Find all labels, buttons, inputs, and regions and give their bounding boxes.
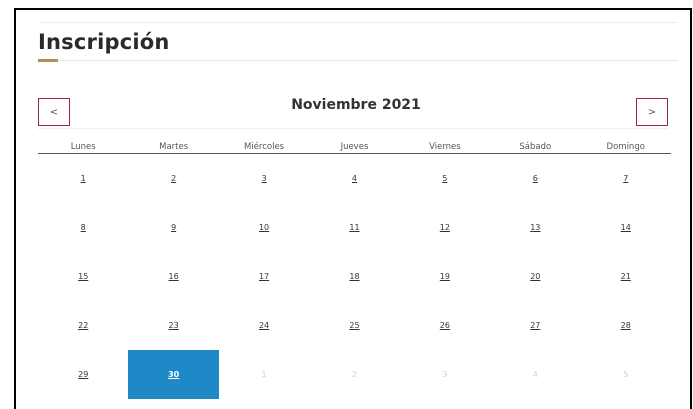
calendar-day[interactable]: 14 xyxy=(581,203,671,252)
weekday-label: Domingo xyxy=(606,142,645,152)
calendar-week: 22 23 24 25 26 27 28 xyxy=(38,301,671,350)
top-divider xyxy=(40,22,678,23)
calendar-day[interactable]: 26 xyxy=(400,301,490,350)
page-title: Inscripción xyxy=(38,30,170,54)
calendar-day-selected[interactable]: 30 xyxy=(128,350,219,399)
calendar-day[interactable]: 7 xyxy=(581,154,671,203)
calendar-day[interactable]: 22 xyxy=(38,301,128,350)
calendar-day[interactable]: 11 xyxy=(309,203,399,252)
chevron-left-icon: < xyxy=(49,106,59,118)
calendar-week: 1 2 3 4 5 6 7 xyxy=(38,154,671,203)
calendar-day[interactable]: 15 xyxy=(38,252,128,301)
title-accent-bar xyxy=(38,59,58,62)
calendar-day[interactable]: 29 xyxy=(38,350,128,399)
calendar-week: 8 9 10 11 12 13 14 xyxy=(38,203,671,252)
calendar-week: 15 16 17 18 19 20 21 xyxy=(38,252,671,301)
calendar-day[interactable]: 6 xyxy=(490,154,580,203)
calendar-day[interactable]: 9 xyxy=(128,203,218,252)
chevron-right-icon: > xyxy=(647,106,657,118)
calendar-day[interactable]: 17 xyxy=(219,252,309,301)
calendar-grid: 1 2 3 4 5 6 7 8 9 10 11 12 13 14 15 16 1… xyxy=(38,154,671,399)
weekday-label: Martes xyxy=(159,142,189,152)
calendar-day[interactable]: 8 xyxy=(38,203,128,252)
calendar-week: 29 30 1 2 3 4 5 xyxy=(38,350,671,399)
calendar-day[interactable]: 25 xyxy=(309,301,399,350)
title-divider xyxy=(38,60,678,61)
calendar-day[interactable]: 10 xyxy=(219,203,309,252)
calendar-day-next-month: 5 xyxy=(623,370,629,379)
calendar-day[interactable]: 1 xyxy=(38,154,128,203)
content-panel: Inscripción < Noviembre 2021 > Lunes Mar… xyxy=(14,8,692,409)
calendar-day[interactable]: 28 xyxy=(581,301,671,350)
calendar-day[interactable]: 21 xyxy=(581,252,671,301)
weekday-label: Lunes xyxy=(70,142,96,152)
month-label: Noviembre 2021 xyxy=(291,97,421,113)
weekday-label: Jueves xyxy=(340,142,369,152)
next-month-button[interactable]: > xyxy=(636,98,668,126)
calendar-day-next-month: 3 xyxy=(442,370,448,379)
calendar-day[interactable]: 24 xyxy=(219,301,309,350)
weekday-label: Viernes xyxy=(429,142,461,152)
calendar-day-next-month: 4 xyxy=(532,370,538,379)
calendar-day[interactable]: 12 xyxy=(400,203,490,252)
calendar-day[interactable]: 4 xyxy=(309,154,399,203)
calendar-day[interactable]: 3 xyxy=(219,154,309,203)
calendar-day[interactable]: 18 xyxy=(309,252,399,301)
weekday-label: Sábado xyxy=(519,142,552,152)
calendar-day[interactable]: 19 xyxy=(400,252,490,301)
calendar-day[interactable]: 20 xyxy=(490,252,580,301)
month-divider xyxy=(38,128,668,129)
weekday-header: Lunes Martes Miércoles Jueves Viernes Sá… xyxy=(38,142,671,152)
prev-month-button[interactable]: < xyxy=(38,98,70,126)
calendar-day[interactable]: 27 xyxy=(490,301,580,350)
weekday-label: Miércoles xyxy=(243,142,285,152)
calendar-day[interactable]: 13 xyxy=(490,203,580,252)
calendar-day[interactable]: 2 xyxy=(128,154,218,203)
calendar-day-next-month: 1 xyxy=(261,370,267,379)
calendar-day-next-month: 2 xyxy=(351,370,358,379)
calendar-day[interactable]: 16 xyxy=(128,252,218,301)
calendar-day[interactable]: 5 xyxy=(400,154,490,203)
calendar-day[interactable]: 23 xyxy=(128,301,218,350)
